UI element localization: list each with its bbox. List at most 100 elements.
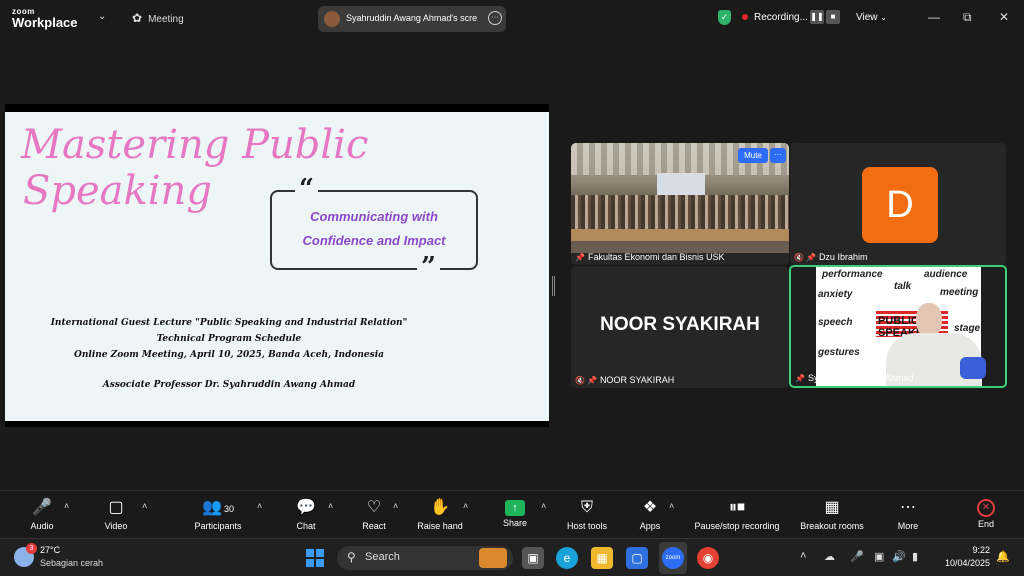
clock[interactable]: 9:22 10/04/2025 bbox=[930, 544, 990, 570]
video-options-caret[interactable]: ˄ bbox=[142, 501, 147, 511]
shield-icon: ⛨ bbox=[580, 499, 593, 516]
close-icon[interactable]: ✕ bbox=[999, 10, 1009, 24]
word-label: talk bbox=[894, 281, 912, 292]
word-label: gestures bbox=[818, 347, 860, 358]
participant-name: 🔇 📌 Dzu Ibrahim bbox=[794, 252, 868, 262]
chat-options-caret[interactable]: ˄ bbox=[328, 501, 333, 511]
audio-button[interactable]: 🎤 Audio bbox=[24, 497, 60, 531]
search-icon: ⚲ bbox=[347, 550, 356, 564]
word-label: audience bbox=[924, 269, 968, 280]
chat-icon: 💬 bbox=[296, 499, 316, 516]
pause-stop-recording-button[interactable]: ⏸⏹ Pause/stop recording bbox=[688, 497, 786, 531]
weather-description: Sebagian cerah bbox=[40, 558, 104, 568]
chrome-icon[interactable]: ◉ bbox=[697, 547, 719, 569]
audio-options-caret[interactable]: ˄ bbox=[64, 501, 69, 511]
pin-icon: 📌 bbox=[795, 374, 805, 383]
heart-icon: ♡ bbox=[366, 499, 382, 516]
shared-screen[interactable]: Mastering Public Speaking “ ” Communicat… bbox=[5, 104, 549, 427]
chat-button[interactable]: 💬 Chat bbox=[292, 497, 320, 531]
cloud-icon[interactable]: ☁ bbox=[824, 550, 835, 563]
pin-icon: 📌 bbox=[575, 253, 585, 262]
participants-options-caret[interactable]: ˄ bbox=[257, 501, 262, 511]
participants-button[interactable]: 👥 30 Participants bbox=[190, 497, 246, 531]
presentation-slide: Mastering Public Speaking “ ” Communicat… bbox=[5, 112, 549, 421]
apps-options-caret[interactable]: ˄ bbox=[669, 501, 674, 511]
react-options-caret[interactable]: ˄ bbox=[393, 501, 398, 511]
zoom-title-bar: zoom Workplace ⌄ ✿ Meeting Syahruddin Awa… bbox=[0, 0, 1024, 36]
mic-in-use-icon[interactable]: 🎤 bbox=[850, 550, 864, 563]
pause-recording-icon[interactable]: ❚❚ bbox=[810, 10, 824, 24]
battery-icon[interactable]: ▮ bbox=[912, 550, 918, 563]
ellipsis-icon[interactable]: ··· bbox=[488, 11, 502, 25]
volume-icon[interactable]: 🔊 bbox=[892, 550, 906, 563]
view-button[interactable]: View ⌄ bbox=[856, 12, 887, 23]
file-explorer-icon[interactable]: ▦ bbox=[591, 547, 613, 569]
shield-check-icon[interactable]: ✓ bbox=[718, 10, 731, 25]
view-label: View bbox=[856, 12, 878, 23]
sharer-avatar bbox=[324, 11, 340, 27]
end-button[interactable]: ✕ End bbox=[972, 497, 1000, 529]
word-label: meeting bbox=[940, 287, 979, 298]
store-icon[interactable]: ▢ bbox=[626, 547, 648, 569]
resize-handle[interactable] bbox=[552, 276, 555, 296]
raise-hand-button[interactable]: ✋ Raise hand bbox=[414, 497, 466, 531]
stop-recording-icon[interactable]: ■ bbox=[826, 10, 840, 24]
tray-overflow-icon[interactable]: ˄ bbox=[800, 550, 806, 562]
time: 9:22 bbox=[972, 545, 990, 555]
notifications-icon[interactable]: 🔔 bbox=[996, 550, 1010, 563]
more-button[interactable]: ⋯ More bbox=[894, 497, 922, 531]
recording-label: Recording... bbox=[754, 12, 808, 23]
word-label: anxiety bbox=[818, 289, 853, 300]
zoom-app-icon[interactable]: zoom bbox=[662, 547, 684, 569]
breakout-rooms-button[interactable]: ▦ Breakout rooms bbox=[796, 497, 868, 531]
tile-more-button[interactable]: ··· bbox=[770, 148, 786, 163]
slide-subtitle-line2: Confidence and Impact bbox=[302, 233, 446, 248]
meeting-label: Meeting bbox=[148, 14, 184, 25]
edge-icon[interactable]: e bbox=[556, 547, 578, 569]
chevron-down-icon[interactable]: ⌄ bbox=[98, 11, 106, 22]
windows-taskbar: 3 27°C Sebagian cerah ⚲ Search ▣ e ▦ ▢ z… bbox=[0, 538, 1024, 576]
raise-hand-options-caret[interactable]: ˄ bbox=[463, 501, 468, 511]
screen-share-indicator[interactable]: Syahruddin Awang Ahmad's scre ··· bbox=[318, 6, 506, 32]
ellipsis-circle-icon: ⋯ bbox=[900, 499, 916, 516]
search-label: Search bbox=[365, 551, 400, 563]
apps-button[interactable]: ❖ Apps bbox=[636, 497, 664, 531]
minimize-icon[interactable]: — bbox=[928, 10, 940, 24]
pin-icon: 📌 bbox=[805, 253, 816, 262]
screen-icon[interactable]: ▣ bbox=[874, 550, 884, 563]
avatar: D bbox=[862, 167, 938, 243]
react-button[interactable]: ♡ React bbox=[358, 497, 390, 531]
share-label: Syahruddin Awang Ahmad's scre bbox=[346, 13, 478, 23]
slide-title-line1: Mastering Public bbox=[21, 122, 369, 168]
word-label: performance bbox=[822, 269, 883, 280]
participant-name: 🔇 📌 NOOR SYAKIRAH bbox=[575, 375, 675, 385]
zoom-workplace-logo: zoom Workplace bbox=[12, 6, 78, 30]
microphone-icon: 🎤 bbox=[32, 499, 52, 516]
host-tools-button[interactable]: ⛨ Host tools bbox=[562, 497, 612, 531]
participants-count: 30 bbox=[223, 504, 234, 514]
share-options-caret[interactable]: ˄ bbox=[541, 501, 546, 511]
video-tile-syahruddin[interactable]: performance talk audience anxiety meetin… bbox=[789, 265, 1007, 388]
share-button[interactable]: ↑ Share bbox=[500, 497, 530, 528]
video-tile-noor-syakirah[interactable]: NOOR SYAKIRAH 🔇 📌 NOOR SYAKIRAH bbox=[571, 266, 789, 388]
end-call-icon: ✕ bbox=[977, 499, 995, 517]
temperature: 27°C bbox=[40, 545, 61, 555]
speaker-video: performance talk audience anxiety meetin… bbox=[816, 267, 986, 386]
meeting-info-button[interactable]: ✿ Meeting bbox=[132, 11, 184, 25]
taskbar-search[interactable]: ⚲ Search bbox=[337, 546, 513, 570]
video-camera-icon: ▢ bbox=[108, 499, 124, 516]
slide-info-line2: Technical Program Schedule bbox=[156, 334, 302, 344]
recording-dot-icon bbox=[742, 14, 748, 20]
participant-name: 📌 Syahruddin Awang Ahmad bbox=[795, 373, 914, 383]
video-button[interactable]: ▢ Video bbox=[98, 497, 134, 531]
task-view-icon[interactable]: ▣ bbox=[522, 547, 544, 569]
logo-line2: Workplace bbox=[12, 15, 78, 30]
start-icon[interactable] bbox=[306, 549, 324, 567]
word-label: speech bbox=[818, 317, 853, 328]
mute-button[interactable]: Mute bbox=[738, 148, 768, 163]
chevron-down-icon: ⌄ bbox=[880, 13, 887, 22]
restore-icon[interactable]: ⧉ bbox=[963, 10, 972, 25]
pin-icon: 📌 bbox=[586, 376, 597, 385]
slide-info-line1: International Guest Lecture "Public Spea… bbox=[50, 318, 408, 328]
video-tile-dzu-ibrahim[interactable]: D 🔇 📌 Dzu Ibrahim bbox=[790, 143, 1006, 265]
